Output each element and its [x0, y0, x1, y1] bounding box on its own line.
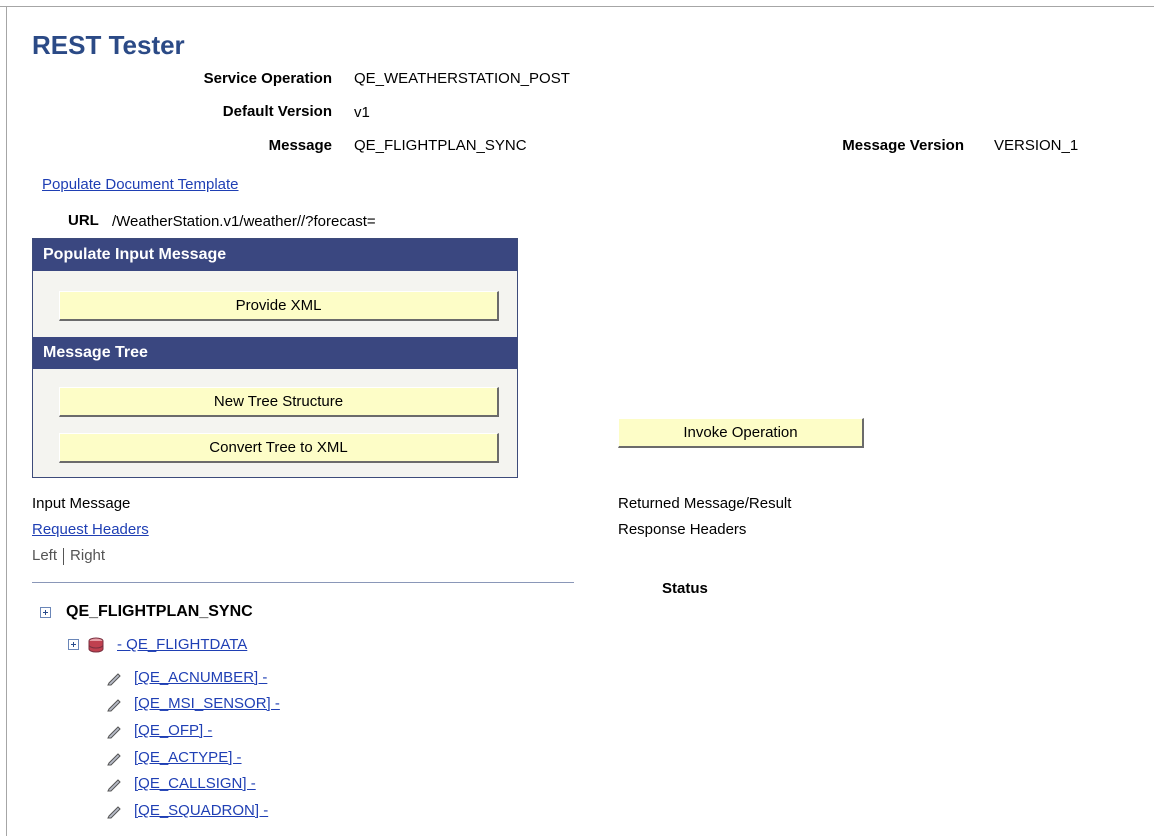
- pencil-icon: [107, 672, 121, 685]
- tree-root-label: QE_FLIGHTPLAN_SYNC: [66, 603, 253, 620]
- tree-record-row: - QE_FLIGHTDATA: [68, 636, 247, 653]
- status-label: Status: [662, 580, 708, 597]
- message-tree-header: Message Tree: [33, 337, 517, 369]
- url-value: /WeatherStation.v1/weather//?forecast=: [112, 213, 376, 230]
- frame-left-border: [6, 6, 7, 836]
- input-message-label: Input Message: [32, 495, 131, 512]
- tree-field-row: [QE_MSI_SENSOR] -: [106, 695, 280, 712]
- pencil-icon: [107, 778, 121, 791]
- tree-field-link[interactable]: [QE_ACNUMBER] -: [134, 669, 267, 686]
- tree-field-link[interactable]: [QE_ACTYPE] -: [134, 749, 242, 766]
- right-link[interactable]: Right: [70, 547, 105, 564]
- tree-root-row: QE_FLIGHTPLAN_SYNC: [40, 603, 253, 621]
- response-headers-label: Response Headers: [618, 521, 747, 538]
- pencil-icon: [107, 725, 121, 738]
- default-version-value: v1: [354, 104, 370, 121]
- tree-field-row: [QE_ACNUMBER] -: [106, 669, 267, 686]
- section-divider: [32, 582, 574, 583]
- tree-field-row: [QE_CALLSIGN] -: [106, 775, 256, 792]
- tree-field-link[interactable]: [QE_SQUADRON] -: [134, 802, 268, 819]
- url-label: URL: [68, 212, 99, 229]
- default-version-label: Default Version: [222, 103, 332, 120]
- tree-field-link[interactable]: [QE_MSI_SENSOR] -: [134, 695, 280, 712]
- message-tree-body: New Tree Structure Convert Tree to XML: [33, 369, 517, 477]
- populate-document-template-link[interactable]: Populate Document Template: [42, 176, 239, 193]
- left-right-toggle: Left Right: [32, 547, 105, 565]
- returned-message-label: Returned Message/Result: [618, 495, 792, 512]
- tree-field-row: [QE_ACTYPE] -: [106, 749, 242, 766]
- tree-field-link[interactable]: [QE_CALLSIGN] -: [134, 775, 256, 792]
- service-operation-label: Service Operation: [203, 70, 332, 87]
- pencil-icon: [107, 805, 121, 818]
- tree-record-link[interactable]: - QE_FLIGHTDATA: [117, 636, 247, 653]
- convert-tree-to-xml-button[interactable]: Convert Tree to XML: [59, 433, 499, 463]
- populate-input-header: Populate Input Message: [33, 239, 517, 271]
- message-version-label: Message Version: [842, 137, 964, 154]
- pencil-icon: [107, 698, 121, 711]
- tree-field-row: [QE_OFP] -: [106, 722, 212, 739]
- plus-box-icon[interactable]: [40, 606, 51, 618]
- left-link[interactable]: Left: [32, 547, 57, 564]
- frame-top-border: [0, 6, 1154, 7]
- page-title: REST Tester: [32, 30, 185, 60]
- invoke-operation-button[interactable]: Invoke Operation: [618, 418, 864, 448]
- pencil-icon: [107, 752, 121, 765]
- message-value: QE_FLIGHTPLAN_SYNC: [354, 137, 527, 154]
- request-headers-link[interactable]: Request Headers: [32, 521, 149, 538]
- service-operation-value: QE_WEATHERSTATION_POST: [354, 70, 570, 87]
- plus-box-icon[interactable]: [68, 639, 79, 650]
- tree-field-link[interactable]: [QE_OFP] -: [134, 722, 212, 739]
- left-right-separator: [63, 547, 65, 565]
- new-tree-structure-button[interactable]: New Tree Structure: [59, 387, 499, 417]
- message-label: Message: [268, 137, 332, 154]
- provide-xml-button[interactable]: Provide XML: [59, 291, 499, 321]
- populate-input-body: Provide XML: [33, 271, 517, 337]
- database-icon: [88, 637, 104, 652]
- tree-field-row: [QE_SQUADRON] -: [106, 802, 268, 819]
- message-version-value: VERSION_1: [994, 137, 1079, 154]
- populate-input-panel: Populate Input Message Provide XML Messa…: [32, 238, 518, 478]
